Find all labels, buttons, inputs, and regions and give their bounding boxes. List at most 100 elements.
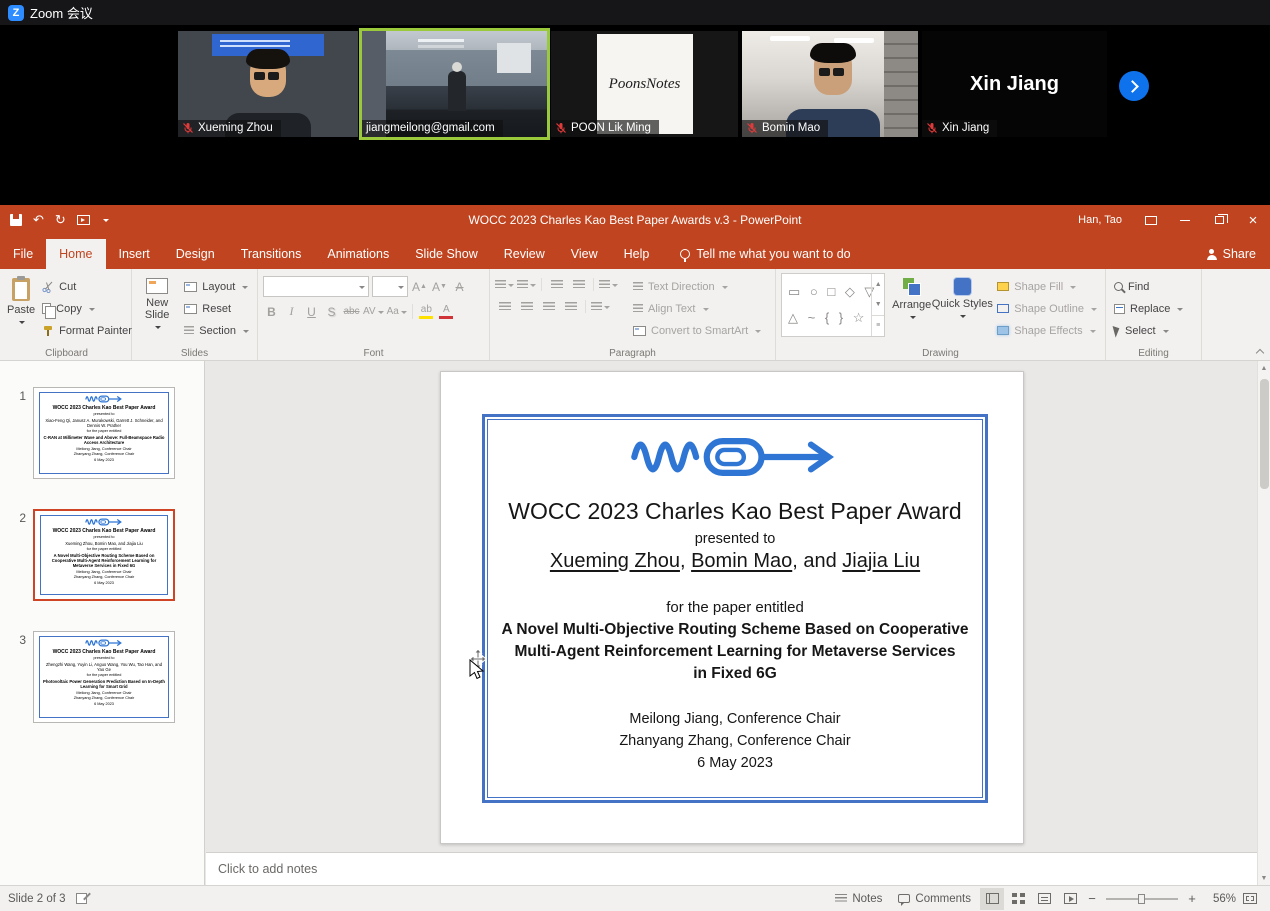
slide-thumbnail-card[interactable]: WOCC 2023 Charles Kao Best Paper Award p… bbox=[33, 631, 175, 723]
participant-tile-poon-lik-ming[interactable]: PoonsNotes POON Lik Ming bbox=[551, 31, 738, 137]
paste-button[interactable]: Paste bbox=[7, 273, 35, 346]
find-button[interactable]: Find bbox=[1111, 276, 1186, 297]
shape-outline-button[interactable]: Shape Outline bbox=[994, 298, 1100, 319]
cut-button[interactable]: Cut bbox=[39, 276, 135, 297]
scroll-down-icon[interactable]: ▼ bbox=[1261, 871, 1268, 885]
italic-button[interactable]: I bbox=[283, 302, 300, 321]
quick-styles-button[interactable]: Quick Styles bbox=[938, 273, 986, 346]
maximize-button[interactable] bbox=[1202, 205, 1236, 235]
undo-icon[interactable]: ↶ bbox=[33, 212, 44, 228]
zoom-percentage[interactable]: 56% bbox=[1202, 893, 1236, 905]
justify-button[interactable] bbox=[561, 298, 580, 315]
scroll-up-icon[interactable]: ▲ bbox=[1261, 361, 1268, 375]
strikethrough-button[interactable]: abc bbox=[343, 302, 360, 321]
format-painter-button[interactable]: Format Painter bbox=[39, 320, 135, 341]
tab-home[interactable]: Home bbox=[46, 239, 105, 269]
character-spacing-button[interactable]: AV bbox=[363, 302, 384, 321]
align-right-button[interactable] bbox=[539, 298, 558, 315]
shrink-font-button[interactable]: A▼ bbox=[431, 277, 448, 296]
paper-entitled-text[interactable]: for the paper entitled bbox=[666, 599, 804, 616]
conference-chair-2[interactable]: Zhanyang Zhang, Conference Chair bbox=[619, 731, 850, 753]
align-center-button[interactable] bbox=[517, 298, 536, 315]
section-button[interactable]: Section bbox=[181, 320, 252, 341]
minimize-button[interactable] bbox=[1168, 205, 1202, 235]
scrollbar-thumb[interactable] bbox=[1260, 379, 1269, 489]
redo-icon[interactable]: ↻ bbox=[55, 212, 66, 228]
bold-button[interactable]: B bbox=[263, 302, 280, 321]
align-left-button[interactable] bbox=[495, 298, 514, 315]
participant-tile-xueming-zhou[interactable]: Xueming Zhou bbox=[178, 31, 358, 137]
zoom-out-button[interactable]: − bbox=[1084, 891, 1100, 906]
slide-sorter-view-button[interactable] bbox=[1006, 888, 1030, 910]
numbering-button[interactable] bbox=[517, 276, 536, 293]
gallery-more-icon[interactable]: ≡ bbox=[872, 315, 884, 336]
change-case-button[interactable]: Aa bbox=[387, 302, 407, 321]
tab-insert[interactable]: Insert bbox=[106, 239, 163, 269]
close-button[interactable]: × bbox=[1236, 205, 1270, 235]
increase-indent-button[interactable] bbox=[569, 276, 588, 293]
tab-review[interactable]: Review bbox=[491, 239, 558, 269]
slide-canvas[interactable]: WOCC 2023 Charles Kao Best Paper Award p… bbox=[206, 361, 1257, 852]
zoom-in-button[interactable]: + bbox=[1184, 891, 1200, 906]
tab-animations[interactable]: Animations bbox=[314, 239, 402, 269]
new-slide-button[interactable]: New Slide bbox=[137, 273, 177, 346]
tab-slide-show[interactable]: Slide Show bbox=[402, 239, 491, 269]
save-icon[interactable] bbox=[10, 214, 22, 226]
tab-view[interactable]: View bbox=[558, 239, 611, 269]
shapes-gallery[interactable]: ▭ ○ □ ◇ ▽ △ ~ { } ☆ ▲ ▼ ≡ bbox=[781, 273, 885, 337]
gallery-scroll-up-icon[interactable]: ▲ bbox=[872, 274, 884, 294]
participant-tile-jiangmeilong[interactable]: jiangmeilong@gmail.com bbox=[362, 31, 547, 137]
font-size-combo[interactable] bbox=[372, 276, 408, 297]
underline-button[interactable]: U bbox=[303, 302, 320, 321]
columns-button[interactable] bbox=[591, 298, 610, 315]
share-button[interactable]: Share bbox=[1207, 239, 1256, 269]
tell-me-box[interactable]: Tell me what you want to do bbox=[680, 239, 850, 269]
gallery-scroll-down-icon[interactable]: ▼ bbox=[872, 294, 884, 314]
layout-button[interactable]: Layout bbox=[181, 276, 252, 297]
tab-file[interactable]: File bbox=[0, 239, 46, 269]
shape-effects-button[interactable]: Shape Effects bbox=[994, 320, 1100, 341]
decrease-indent-button[interactable] bbox=[547, 276, 566, 293]
font-color-button[interactable]: A bbox=[438, 302, 455, 321]
text-shadow-button[interactable]: S bbox=[323, 302, 340, 321]
slide-thumbnail-1[interactable]: 1 WOCC 2023 Charles Kao Best Paper Award… bbox=[10, 387, 204, 479]
bullets-button[interactable] bbox=[495, 276, 514, 293]
clear-formatting-button[interactable]: A bbox=[451, 277, 468, 296]
text-direction-button[interactable]: Text Direction bbox=[630, 276, 764, 297]
notes-edit-icon[interactable] bbox=[76, 893, 87, 904]
highlight-color-button[interactable]: ab bbox=[418, 302, 435, 321]
tab-transitions[interactable]: Transitions bbox=[228, 239, 315, 269]
slide-thumbnail-card[interactable]: WOCC 2023 Charles Kao Best Paper Award p… bbox=[33, 509, 175, 601]
slide-authors[interactable]: Xueming Zhou, Bomin Mao, and Jiajia Liu bbox=[550, 550, 920, 573]
shape-fill-button[interactable]: Shape Fill bbox=[994, 276, 1100, 297]
tab-help[interactable]: Help bbox=[611, 239, 663, 269]
conference-chair-1[interactable]: Meilong Jiang, Conference Chair bbox=[629, 709, 840, 731]
vertical-scrollbar[interactable]: ▲ ▼ bbox=[1257, 361, 1270, 885]
qat-customize-icon[interactable] bbox=[103, 219, 109, 225]
arrange-button[interactable]: Arrange bbox=[889, 273, 934, 346]
next-participants-button[interactable] bbox=[1119, 71, 1149, 101]
ribbon-display-options-button[interactable] bbox=[1134, 205, 1168, 235]
copy-button[interactable]: Copy bbox=[39, 298, 135, 319]
align-text-button[interactable]: Align Text bbox=[630, 298, 764, 319]
notes-pane[interactable]: Click to add notes bbox=[206, 852, 1257, 885]
slide-thumbnail-card[interactable]: WOCC 2023 Charles Kao Best Paper Award p… bbox=[33, 387, 175, 479]
select-button[interactable]: Select bbox=[1111, 320, 1186, 341]
signed-in-user[interactable]: Han, Tao bbox=[1078, 214, 1122, 226]
collapse-ribbon-button[interactable] bbox=[1256, 348, 1264, 356]
slide-editor[interactable]: WOCC 2023 Charles Kao Best Paper Award p… bbox=[440, 371, 1024, 844]
tab-design[interactable]: Design bbox=[163, 239, 228, 269]
convert-to-smartart-button[interactable]: Convert to SmartArt bbox=[630, 320, 764, 341]
comments-toggle-button[interactable]: Comments bbox=[891, 886, 978, 911]
reset-button[interactable]: Reset bbox=[181, 298, 252, 319]
line-spacing-button[interactable] bbox=[599, 276, 618, 293]
award-date[interactable]: 6 May 2023 bbox=[697, 753, 773, 775]
normal-view-button[interactable] bbox=[980, 888, 1004, 910]
replace-button[interactable]: Replace bbox=[1111, 298, 1186, 319]
fit-slide-button[interactable] bbox=[1238, 888, 1262, 910]
slideshow-view-button[interactable] bbox=[1058, 888, 1082, 910]
slide-thumbnail-3[interactable]: 3 WOCC 2023 Charles Kao Best Paper Award… bbox=[10, 631, 204, 723]
slide-thumbnail-2-selected[interactable]: 2 WOCC 2023 Charles Kao Best Paper Award… bbox=[10, 509, 204, 601]
start-slideshow-icon[interactable] bbox=[77, 215, 90, 225]
participant-tile-bomin-mao[interactable]: Bomin Mao bbox=[742, 31, 918, 137]
